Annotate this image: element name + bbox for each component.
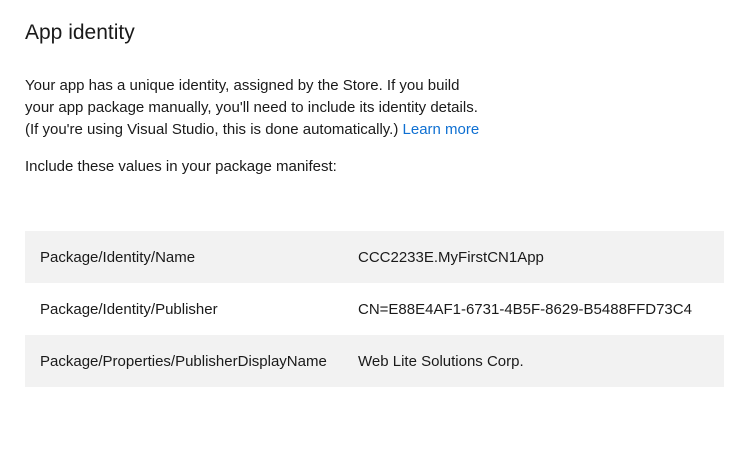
page-title: App identity	[25, 21, 135, 44]
instruction-text: Include these values in your package man…	[25, 158, 337, 175]
table-row-identity-name: Package/Identity/Name CCC2233E.MyFirstCN…	[25, 231, 724, 283]
intro-line-1: Your app has a unique identity, assigned…	[25, 77, 460, 94]
intro-line-3: (If you're using Visual Studio, this is …	[25, 121, 399, 138]
table-row-identity-publisher: Package/Identity/Publisher CN=E88E4AF1-6…	[25, 283, 724, 335]
manifest-value: CCC2233E.MyFirstCN1App	[358, 248, 544, 266]
learn-more-link[interactable]: Learn more	[403, 121, 480, 138]
intro-line-2: your app package manually, you'll need t…	[25, 99, 478, 116]
manifest-key: Package/Properties/PublisherDisplayName	[40, 352, 327, 370]
app-identity-page: App identity Your app has a unique ident…	[0, 20, 755, 387]
manifest-key: Package/Identity/Publisher	[40, 300, 218, 318]
manifest-key: Package/Identity/Name	[40, 248, 196, 266]
intro-text: Your app has a unique identity, assigned…	[25, 75, 725, 141]
manifest-value: CN=E88E4AF1-6731-4B5F-8629-B5488FFD73C4	[358, 300, 692, 318]
manifest-value: Web Lite Solutions Corp.	[358, 352, 524, 370]
manifest-table: Package/Identity/Name CCC2233E.MyFirstCN…	[25, 231, 724, 387]
table-row-publisher-display-name: Package/Properties/PublisherDisplayName …	[25, 335, 724, 387]
